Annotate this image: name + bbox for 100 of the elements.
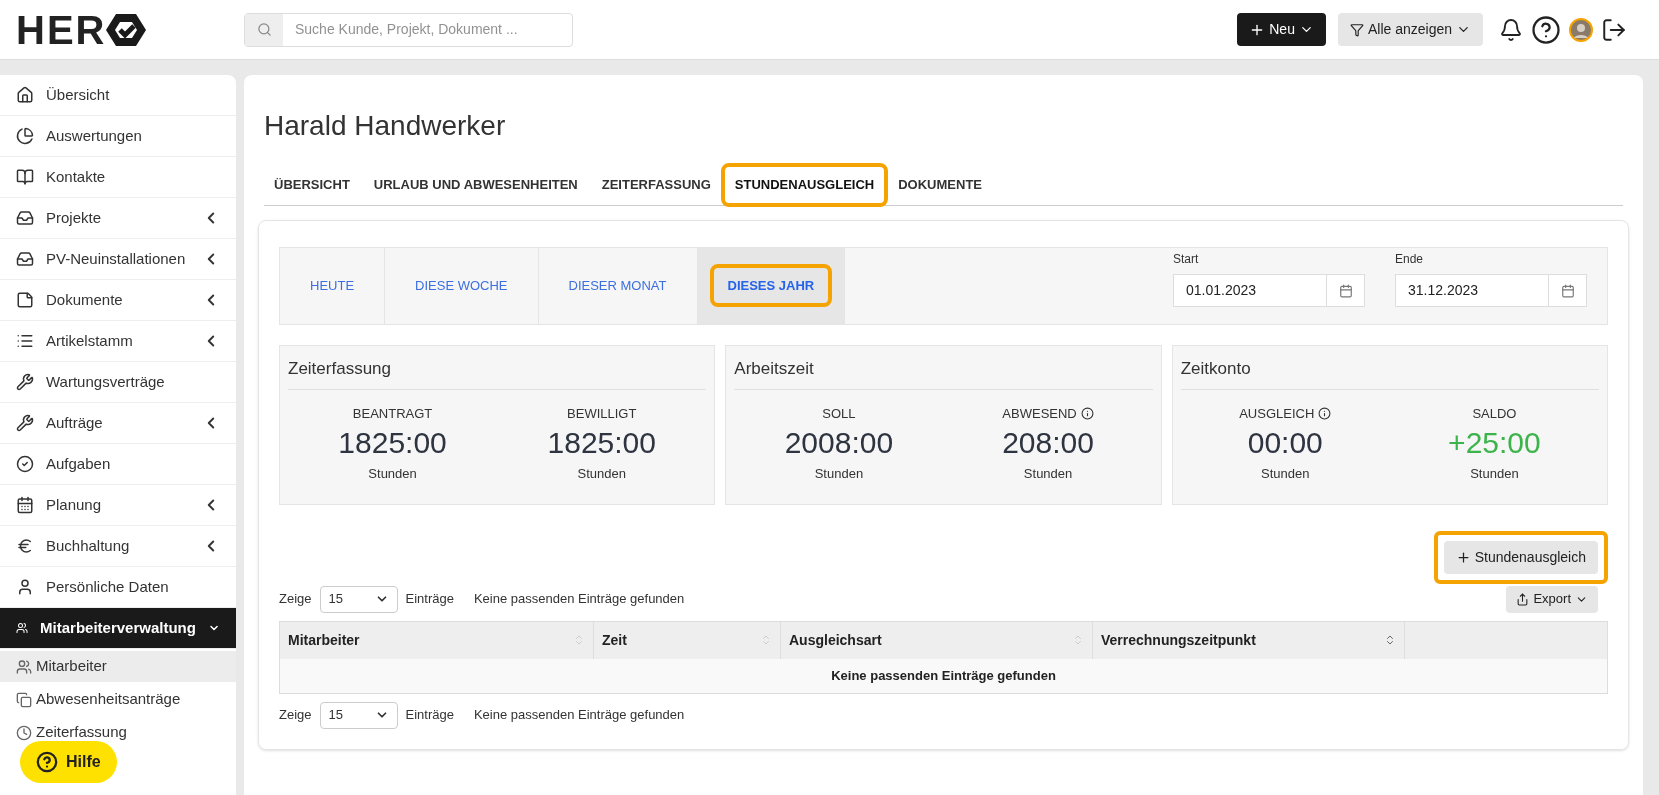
help-button[interactable]: Hilfe [20, 741, 117, 783]
card-title: Zeitkonto [1180, 355, 1599, 390]
pager-label: Einträge [405, 590, 454, 609]
list-icon [16, 332, 34, 350]
sidebar-item[interactable]: Wartungsverträge [0, 362, 236, 403]
help-icon[interactable] [1531, 14, 1561, 45]
search-input[interactable]: Suche Kunde, Projekt, Dokument ... [283, 13, 572, 46]
page-size-select[interactable]: 15 [319, 585, 398, 613]
tray-icon [16, 209, 34, 227]
period-tab[interactable]: HEUTE [280, 247, 386, 324]
plus-icon [1455, 549, 1471, 565]
stat-label: BEWILLIGT [567, 405, 637, 423]
stat-unit: Stunden [814, 464, 864, 483]
stat-unit: Stunden [1470, 464, 1519, 483]
card-title: Arbeitszeit [734, 355, 1153, 390]
wrench-icon [16, 373, 34, 391]
pie-chart-icon [16, 127, 34, 145]
add-adjustment-button[interactable]: Stundenausgleich [1443, 540, 1598, 574]
stat-value: 1825:00 [547, 424, 656, 461]
pager-info: Keine passenden Einträge gefunden [473, 590, 685, 609]
clock-icon [16, 724, 32, 741]
filter-icon [1349, 22, 1364, 37]
stat-label: SOLL [822, 405, 856, 423]
help-icon [36, 751, 58, 773]
stat-value: 00:00 [1247, 424, 1323, 461]
sort-icon [573, 634, 585, 647]
logout-icon[interactable] [1601, 16, 1627, 43]
sidebar-item[interactable]: Artikelstamm [0, 321, 236, 362]
stat-value: +25:00 [1448, 424, 1541, 461]
notification-icon[interactable] [1499, 17, 1523, 42]
sort-icon [1072, 634, 1084, 647]
sort-icon [760, 634, 772, 647]
tab[interactable]: ZEITERFASSUNG [591, 167, 721, 203]
logo-icon [106, 11, 147, 48]
book-icon [16, 168, 34, 186]
sidebar-item[interactable]: Aufgaben [0, 444, 236, 485]
pager-label: Zeige [279, 706, 312, 725]
sidebar-item[interactable]: Kontakte [0, 157, 236, 198]
period-tab[interactable]: DIESE WOCHE [385, 247, 539, 324]
date-field[interactable]: 31.12.2023 [1395, 274, 1587, 307]
note-icon [16, 291, 34, 309]
info-icon[interactable] [1318, 407, 1332, 421]
date-label: Start [1173, 251, 1200, 268]
logo[interactable]: HER [16, 0, 244, 60]
sidebar-item[interactable]: Übersicht [0, 75, 236, 116]
tab[interactable]: ÜBERSICHT [264, 167, 360, 203]
copy-icon [16, 691, 32, 708]
sidebar-item[interactable]: Aufträge [0, 403, 236, 444]
stat-unit: Stunden [368, 464, 417, 483]
home-icon [16, 86, 34, 104]
sidebar-item[interactable]: Auswertungen [0, 116, 236, 157]
filter-button[interactable]: Alle anzeigen [1337, 13, 1483, 46]
calendar-icon [1338, 283, 1353, 298]
page-title: Harald Handwerker [264, 109, 507, 143]
stat-label: SALDO [1472, 405, 1517, 423]
stat-value: 2008:00 [784, 424, 894, 461]
pager-label: Zeige [279, 590, 312, 609]
period-tab[interactable]: DIESES JAHR [697, 247, 846, 324]
avatar[interactable] [1569, 17, 1593, 42]
card-title: Zeiterfassung [288, 355, 707, 390]
stat-label: BEANTRAGT [352, 405, 433, 423]
new-button[interactable]: Neu [1237, 13, 1326, 46]
search-icon [256, 22, 272, 37]
euro-icon [16, 537, 34, 555]
tab[interactable]: DOKUMENTE [888, 167, 992, 203]
stat-unit: Stunden [1261, 464, 1310, 483]
info-icon[interactable] [1080, 407, 1094, 421]
calendar-icon [1560, 283, 1575, 298]
tray-icon [16, 250, 34, 268]
stat-unit: Stunden [1023, 464, 1073, 483]
sidebar-item[interactable]: Planung [0, 485, 236, 526]
share-icon [1516, 592, 1530, 606]
users-icon [16, 658, 32, 675]
page-size-select[interactable]: 15 [319, 701, 398, 729]
period-tab[interactable]: DIESER MONAT [538, 247, 698, 324]
stat-value: 1825:00 [338, 424, 447, 461]
check-circle-icon [16, 455, 34, 473]
user-icon [16, 578, 34, 596]
sidebar-subitem[interactable]: Mitarbeiter [0, 651, 236, 682]
date-field[interactable]: 01.01.2023 [1173, 274, 1365, 307]
stat-label: AUSGLEICH [1239, 405, 1315, 423]
sidebar-item[interactable]: Mitarbeiterverwaltung [0, 608, 236, 649]
calendar-icon [16, 496, 34, 514]
pager-info: Keine passenden Einträge gefunden [473, 706, 685, 725]
date-label: Ende [1395, 251, 1425, 268]
stat-label: ABWESEND [1002, 405, 1077, 423]
pager-label: Einträge [405, 706, 454, 725]
sidebar-subitem[interactable]: Abwesenheitsanträge [0, 684, 236, 715]
empty-table-message: Keine passenden Einträge gefunden [279, 659, 1608, 693]
tab[interactable]: URLAUB UND ABWESENHEITEN [363, 167, 588, 203]
sidebar-item[interactable]: Dokumente [0, 280, 236, 321]
search-field[interactable]: Suche Kunde, Projekt, Dokument ... [244, 12, 573, 47]
stat-unit: Stunden [577, 464, 626, 483]
sidebar-item[interactable]: Buchhaltung [0, 526, 236, 567]
export-button[interactable]: Export [1506, 585, 1598, 613]
stat-value: 208:00 [1002, 424, 1094, 461]
wrench-icon [16, 414, 34, 432]
sidebar-item[interactable]: Projekte [0, 198, 236, 239]
sidebar-item[interactable]: PV-Neuinstallationen [0, 239, 236, 280]
sort-icon [1384, 634, 1396, 647]
